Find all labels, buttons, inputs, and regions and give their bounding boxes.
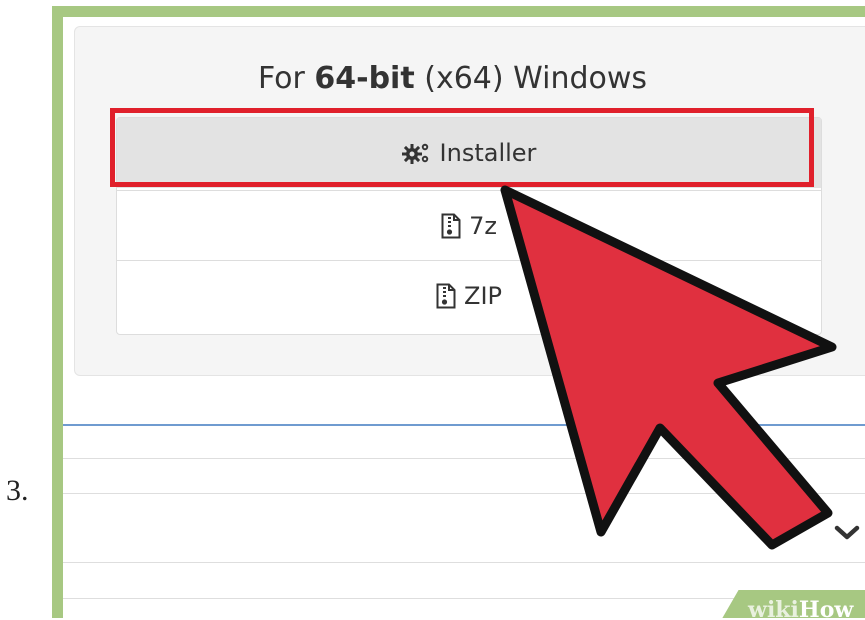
pointer-arrow-icon — [500, 185, 837, 550]
